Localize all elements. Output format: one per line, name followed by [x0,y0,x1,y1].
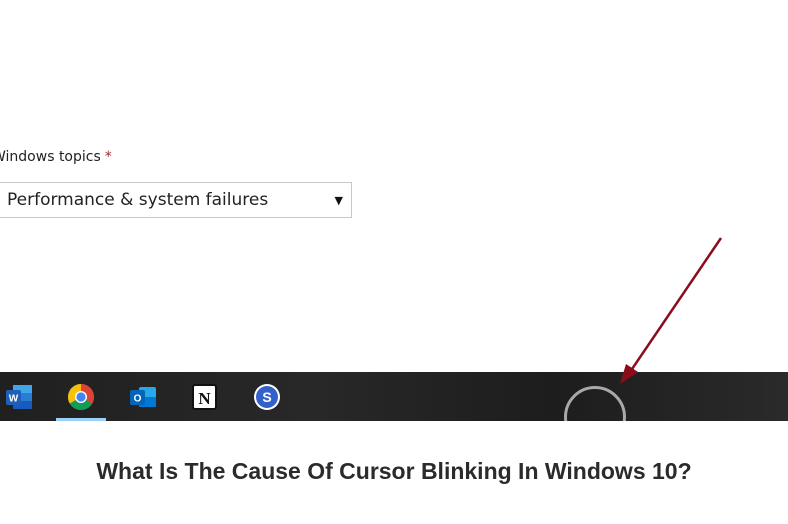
annotation-arrow [620,237,723,384]
windows-topics-label: Windows topics * [0,149,112,165]
windows-topics-label-text: Windows topics [0,149,101,165]
search-ring-icon[interactable] [564,386,626,421]
article-headline: What Is The Cause Of Cursor Blinking In … [96,458,692,484]
windows-taskbar: W O N S [0,372,788,421]
active-app-indicator [56,418,106,421]
outlook-glyph: O [134,394,142,405]
required-marker: * [104,149,112,165]
notion-icon[interactable]: N [190,382,220,412]
simplenote-glyph: S [262,389,271,405]
windows-topics-selected-value: Performance & system failures [7,190,269,210]
arrow-shaft [628,237,723,373]
chrome-icon[interactable] [66,382,96,412]
word-icon[interactable]: W [4,382,34,412]
windows-topics-select[interactable]: Performance & system failures ▼ [0,182,352,218]
chevron-down-icon: ▼ [334,193,343,207]
outlook-icon[interactable]: O [128,382,158,412]
simplenote-icon[interactable]: S [252,382,282,412]
notion-glyph: N [198,389,211,408]
word-glyph: W [9,394,19,405]
